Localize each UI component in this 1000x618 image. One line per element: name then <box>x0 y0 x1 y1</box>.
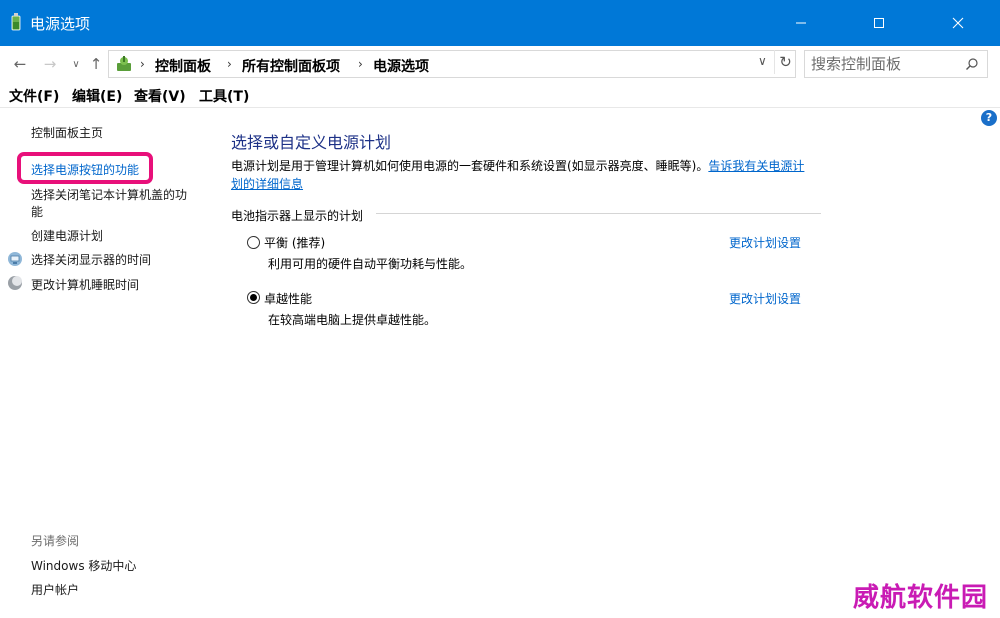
description-text: 电源计划是用于管理计算机如何使用电源的一套硬件和系统设置(如显示器亮度、睡眠等)… <box>231 159 709 173</box>
menu-view[interactable]: 查看(V) <box>134 86 186 106</box>
see-also-heading: 另请参阅 <box>31 534 80 548</box>
title-bar: 电源选项 <box>0 0 1000 46</box>
address-bar[interactable]: › 控制面板 › 所有控制面板项 › 电源选项 <box>108 50 796 78</box>
menu-tools[interactable]: 工具(T) <box>199 86 249 106</box>
forward-arrow-icon[interactable]: → <box>40 54 60 74</box>
breadcrumb-control-panel[interactable]: 控制面板 <box>155 56 211 76</box>
menu-file[interactable]: 文件(F) <box>9 86 59 106</box>
sleep-time-link[interactable]: 更改计算机睡眠时间 <box>31 276 139 293</box>
plan-ultimate-description: 在较高端电脑上提供卓越性能。 <box>268 313 437 327</box>
group-divider <box>376 213 821 214</box>
control-panel-icon <box>117 56 131 71</box>
plan-balanced-settings-link[interactable]: 更改计划设置 <box>729 234 801 251</box>
page-description: 电源计划是用于管理计算机如何使用电源的一套硬件和系统设置(如显示器亮度、睡眠等)… <box>231 157 831 193</box>
close-button[interactable] <box>935 0 981 46</box>
lid-close-link[interactable]: 选择关闭笔记本计算机盖的功 <box>31 186 187 203</box>
window-title: 电源选项 <box>30 15 91 33</box>
back-arrow-icon[interactable]: ← <box>10 54 30 74</box>
search-box[interactable] <box>804 50 988 78</box>
breadcrumb-power-options[interactable]: 电源选项 <box>373 56 429 76</box>
up-arrow-icon[interactable]: ↑ <box>86 54 106 74</box>
lid-close-link-continued[interactable]: 能 <box>31 203 43 220</box>
breadcrumb-separator: › <box>140 57 145 71</box>
menu-bar: 文件(F) 编辑(E) 查看(V) 工具(T) <box>0 82 1000 108</box>
plan-ultimate-name[interactable]: 卓越性能 <box>264 290 312 307</box>
create-power-plan-link[interactable]: 创建电源计划 <box>31 227 103 244</box>
search-icon <box>966 58 978 70</box>
maximize-button[interactable] <box>856 0 902 46</box>
plan-ultimate-radio[interactable] <box>247 291 260 304</box>
plan-balanced-description: 利用可用的硬件自动平衡功耗与性能。 <box>268 257 473 271</box>
sleep-moon-icon <box>8 276 22 290</box>
breadcrumb-separator: › <box>227 57 232 71</box>
control-panel-home-link[interactable]: 控制面板主页 <box>31 124 103 141</box>
power-button-function-link[interactable]: 选择电源按钮的功能 <box>31 161 139 178</box>
address-dropdown-chevron-icon[interactable]: ∨ <box>758 54 767 68</box>
plan-group-header: 电池指示器上显示的计划 <box>231 209 364 223</box>
minimize-icon <box>796 22 806 24</box>
breadcrumb-all-items[interactable]: 所有控制面板项 <box>242 56 340 76</box>
windows-mobility-center-link[interactable]: Windows 移动中心 <box>31 557 136 574</box>
battery-plug-icon <box>11 13 21 31</box>
help-icon[interactable]: ? <box>981 110 997 126</box>
page-title: 选择或自定义电源计划 <box>231 133 392 152</box>
display-settings-icon <box>8 252 22 266</box>
display-off-time-link[interactable]: 选择关闭显示器的时间 <box>31 251 151 268</box>
close-icon <box>952 17 964 29</box>
menu-edit[interactable]: 编辑(E) <box>72 86 122 106</box>
plan-balanced-name[interactable]: 平衡 (推荐) <box>264 234 325 251</box>
plan-balanced-radio[interactable] <box>247 236 260 249</box>
refresh-icon[interactable]: ↻ <box>774 50 796 74</box>
recent-locations-chevron-icon[interactable]: ∨ <box>66 54 86 74</box>
search-input[interactable] <box>811 54 961 74</box>
watermark-text: 威航软件园 <box>853 583 989 613</box>
more-info-link[interactable]: 告诉我有关电源计 <box>708 159 804 173</box>
maximize-icon <box>874 18 884 28</box>
plan-ultimate-settings-link[interactable]: 更改计划设置 <box>729 290 801 307</box>
breadcrumb-separator: › <box>358 57 363 71</box>
more-info-link-continued[interactable]: 划的详细信息 <box>231 177 303 191</box>
minimize-button[interactable] <box>778 0 824 46</box>
user-accounts-link[interactable]: 用户帐户 <box>31 581 79 598</box>
